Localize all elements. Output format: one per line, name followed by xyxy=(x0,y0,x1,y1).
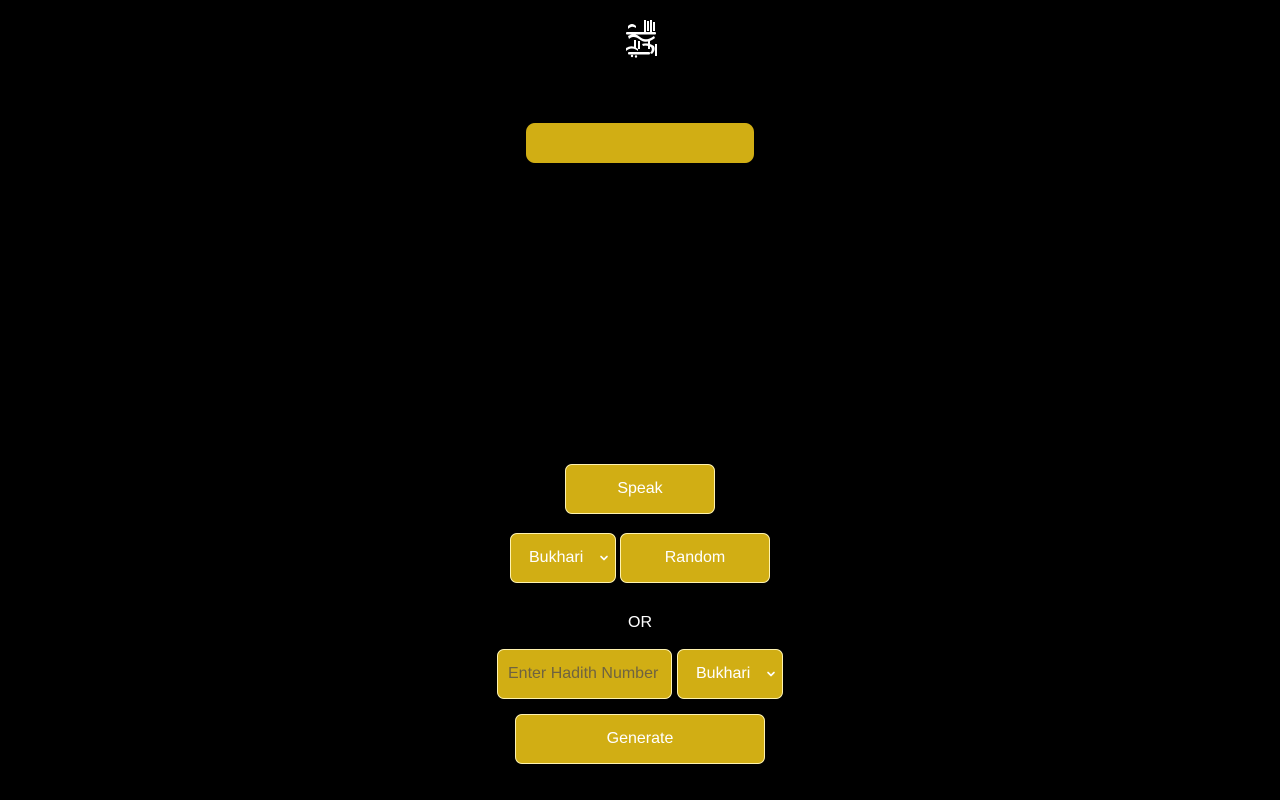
random-book-select[interactable]: Bukhari xyxy=(510,533,616,583)
hadith-number-input[interactable] xyxy=(497,649,672,699)
number-book-select[interactable]: Bukhari xyxy=(677,649,783,699)
generate-button[interactable]: Generate xyxy=(515,714,765,764)
or-divider-label: OR xyxy=(628,614,652,631)
bismillah-calligraphy-icon xyxy=(622,18,660,58)
random-book-select-value: Bukhari xyxy=(529,549,584,566)
chevron-down-icon xyxy=(767,671,775,677)
chevron-down-icon xyxy=(600,555,608,561)
hadith-display-box xyxy=(526,123,754,163)
number-book-select-value: Bukhari xyxy=(696,665,751,682)
speak-button[interactable]: Speak xyxy=(565,464,715,514)
page: Speak Bukhari Random OR Bukhari Generate xyxy=(0,0,1280,800)
random-button[interactable]: Random xyxy=(620,533,770,583)
